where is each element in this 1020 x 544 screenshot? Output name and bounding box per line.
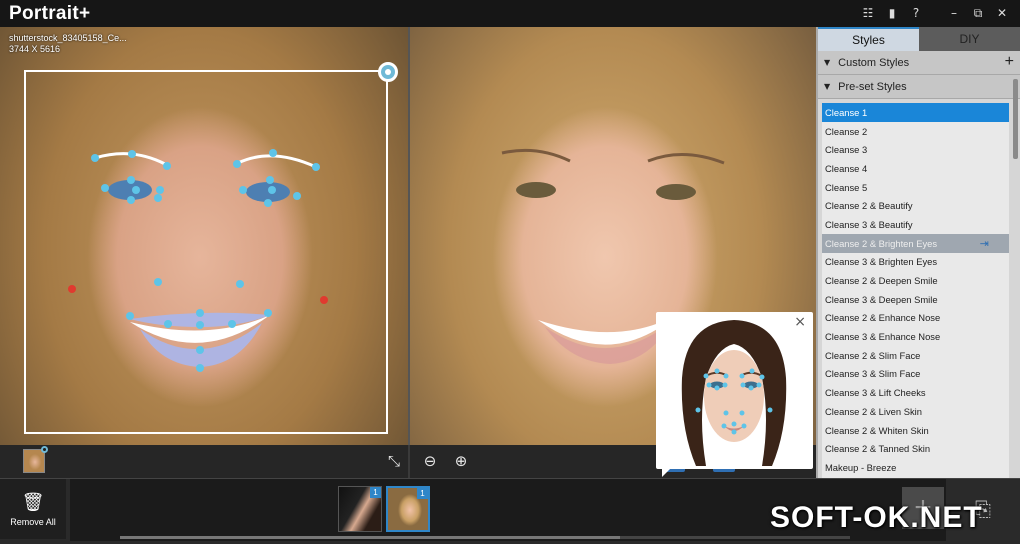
preset-style-item[interactable]: Cleanse 3 & Slim Face <box>822 365 1009 384</box>
preset-style-label: Cleanse 4 <box>825 162 868 174</box>
styles-panel: Styles DIY ▼ Custom Styles + ▼ Pre-set S… <box>816 27 1020 478</box>
preset-style-item[interactable]: Cleanse 2 & Beautify <box>822 196 1009 215</box>
remove-all-button[interactable]: 🗑 Remove All <box>0 479 66 539</box>
preset-style-item[interactable]: Cleanse 2 & Whiten Skin <box>822 421 1009 440</box>
menu-icon[interactable]: ☷ <box>858 4 878 22</box>
preset-style-label: Cleanse 2 <box>825 125 868 137</box>
close-icon[interactable]: × <box>794 314 806 330</box>
app-window: Portrait+ ☷ ▮ ? – ⧉ ✕ shutterstock_83405… <box>0 0 1020 544</box>
before-photo[interactable]: shutterstock_83405158_Ce... 3744 X 5616 <box>0 27 408 445</box>
preset-style-item[interactable]: Cleanse 2 & Brighten Eyes ⇥ <box>822 233 1009 253</box>
preset-style-label: Cleanse 2 & Deepen Smile <box>825 275 938 287</box>
preset-style-item[interactable]: Makeup - Breeze <box>822 458 1009 477</box>
guide-face-illustration <box>681 320 787 466</box>
file-dimensions: 3744 X 5616 <box>9 44 61 54</box>
preset-style-label: Cleanse 1 <box>825 106 868 118</box>
file-name: shutterstock_83405158_Ce... <box>9 33 127 43</box>
face-count-badge: 1 <box>417 488 428 499</box>
preset-style-list: Cleanse 1 Cleanse 2 Cleanse 3 Cleanse 4 Clea… <box>822 103 1009 478</box>
collapse-icon[interactable]: ⤡ <box>383 450 405 472</box>
close-button[interactable]: ✕ <box>992 4 1012 22</box>
photo-thumbnail[interactable]: 1 <box>338 486 382 532</box>
help-icon[interactable]: ? <box>906 4 926 22</box>
chevron-down-icon: ▼ <box>824 58 831 67</box>
minimize-button[interactable]: – <box>944 4 964 22</box>
tab-styles[interactable]: Styles <box>818 27 919 51</box>
preset-style-item[interactable]: Cleanse 2 & Tanned Skin <box>822 439 1009 458</box>
preset-style-item[interactable]: Cleanse 5 <box>822 178 1009 197</box>
apply-style-icon[interactable]: ⇥ <box>980 237 989 250</box>
zoom-out-icon[interactable]: ⊖ <box>419 450 441 472</box>
preset-style-item[interactable]: Cleanse 2 & Liven Skin <box>822 402 1009 421</box>
preset-style-label: Cleanse 2 & Liven Skin <box>825 405 922 417</box>
preset-style-item[interactable]: Cleanse 3 & Lift Cheeks <box>822 383 1009 402</box>
crop-box[interactable] <box>24 70 388 434</box>
preset-styles-label: Pre-set Styles <box>838 80 907 93</box>
filmstrip-scrollbar[interactable] <box>120 536 850 539</box>
preset-style-item[interactable]: Cleanse 4 <box>822 159 1009 178</box>
watermark: SOFT-OK.NET <box>770 501 983 534</box>
chevron-down-icon: ▼ <box>824 82 831 91</box>
preset-style-label: Cleanse 3 & Brighten Eyes <box>825 256 938 268</box>
custom-styles-label: Custom Styles <box>838 56 910 69</box>
preset-style-label: Cleanse 2 & Brighten Eyes <box>825 237 938 249</box>
preset-style-label: Cleanse 5 <box>825 181 868 193</box>
filmstrip: 🗑 Remove All 1 1 + ⎘ SOFT-OK.NET <box>0 478 1020 544</box>
preset-style-label: Cleanse 2 & Slim Face <box>825 349 921 361</box>
crop-handle[interactable] <box>378 62 398 82</box>
chat-icon[interactable]: ▮ <box>882 4 902 22</box>
preset-style-item[interactable]: Cleanse 3 & Brighten Eyes <box>822 253 1009 272</box>
before-toolbar: ⤡ <box>0 445 408 478</box>
preset-style-item[interactable]: Cleanse 2 & Enhance Nose <box>822 309 1009 328</box>
remove-all-label: Remove All <box>10 516 56 527</box>
photo-thumbnail-selected[interactable]: 1 <box>386 486 430 532</box>
preset-style-label: Makeup - Breeze <box>825 461 897 473</box>
preset-style-label: Cleanse 2 & Enhance Nose <box>825 312 941 324</box>
title-bar: Portrait+ ☷ ▮ ? – ⧉ ✕ <box>0 0 1020 27</box>
file-info: shutterstock_83405158_Ce... 3744 X 5616 <box>9 33 127 55</box>
preset-style-item[interactable]: Cleanse 2 & Deepen Smile <box>822 271 1009 290</box>
canvas-area: shutterstock_83405158_Ce... 3744 X 5616 … <box>0 27 816 478</box>
preset-style-item[interactable]: Cleanse 2 <box>822 122 1009 141</box>
preset-style-label: Cleanse 3 & Slim Face <box>825 368 921 380</box>
panel-scrollbar[interactable] <box>1013 79 1018 159</box>
app-title: Portrait+ <box>9 2 91 24</box>
preset-style-label: Cleanse 3 & Enhance Nose <box>825 331 941 343</box>
custom-styles-header[interactable]: ▼ Custom Styles + <box>818 51 1020 75</box>
preset-style-label: Cleanse 2 & Whiten Skin <box>825 424 929 436</box>
preset-style-item[interactable]: Cleanse 1 <box>822 103 1009 122</box>
preset-style-label: Cleanse 3 <box>825 144 868 156</box>
preset-style-label: Cleanse 3 & Lift Cheeks <box>825 387 926 399</box>
add-custom-style-button[interactable]: + <box>1005 53 1014 71</box>
preset-style-item[interactable]: Cleanse 3 <box>822 140 1009 159</box>
preset-style-item[interactable]: Cleanse 3 & Deepen Smile <box>822 290 1009 309</box>
preset-style-label: Cleanse 3 & Deepen Smile <box>825 293 938 305</box>
preset-style-label: Cleanse 3 & Beautify <box>825 218 913 230</box>
face-count-badge: 1 <box>370 487 381 498</box>
preset-style-item[interactable]: Cleanse 3 & Beautify <box>822 215 1009 234</box>
preset-style-label: Cleanse 2 & Beautify <box>825 200 913 212</box>
preset-style-item[interactable]: Cleanse 2 & Slim Face <box>822 346 1009 365</box>
trash-icon: 🗑 <box>21 491 45 513</box>
zoom-in-icon[interactable]: ⊕ <box>450 450 472 472</box>
face-thumbnail[interactable] <box>23 446 48 473</box>
preset-style-label: Cleanse 2 & Tanned Skin <box>825 443 931 455</box>
preset-styles-header[interactable]: ▼ Pre-set Styles <box>818 75 1020 99</box>
tab-diy[interactable]: DIY <box>919 27 1020 51</box>
window-controls: ☷ ▮ ? – ⧉ ✕ <box>858 4 1012 22</box>
panel-tabs: Styles DIY <box>818 27 1020 51</box>
preset-style-item[interactable]: Cleanse 3 & Enhance Nose <box>822 327 1009 346</box>
filmstrip-scroll-thumb[interactable] <box>120 536 620 539</box>
restore-button[interactable]: ⧉ <box>968 4 988 22</box>
face-guide-popup: × <box>656 312 813 477</box>
face-thumbnail-indicator <box>41 446 48 453</box>
